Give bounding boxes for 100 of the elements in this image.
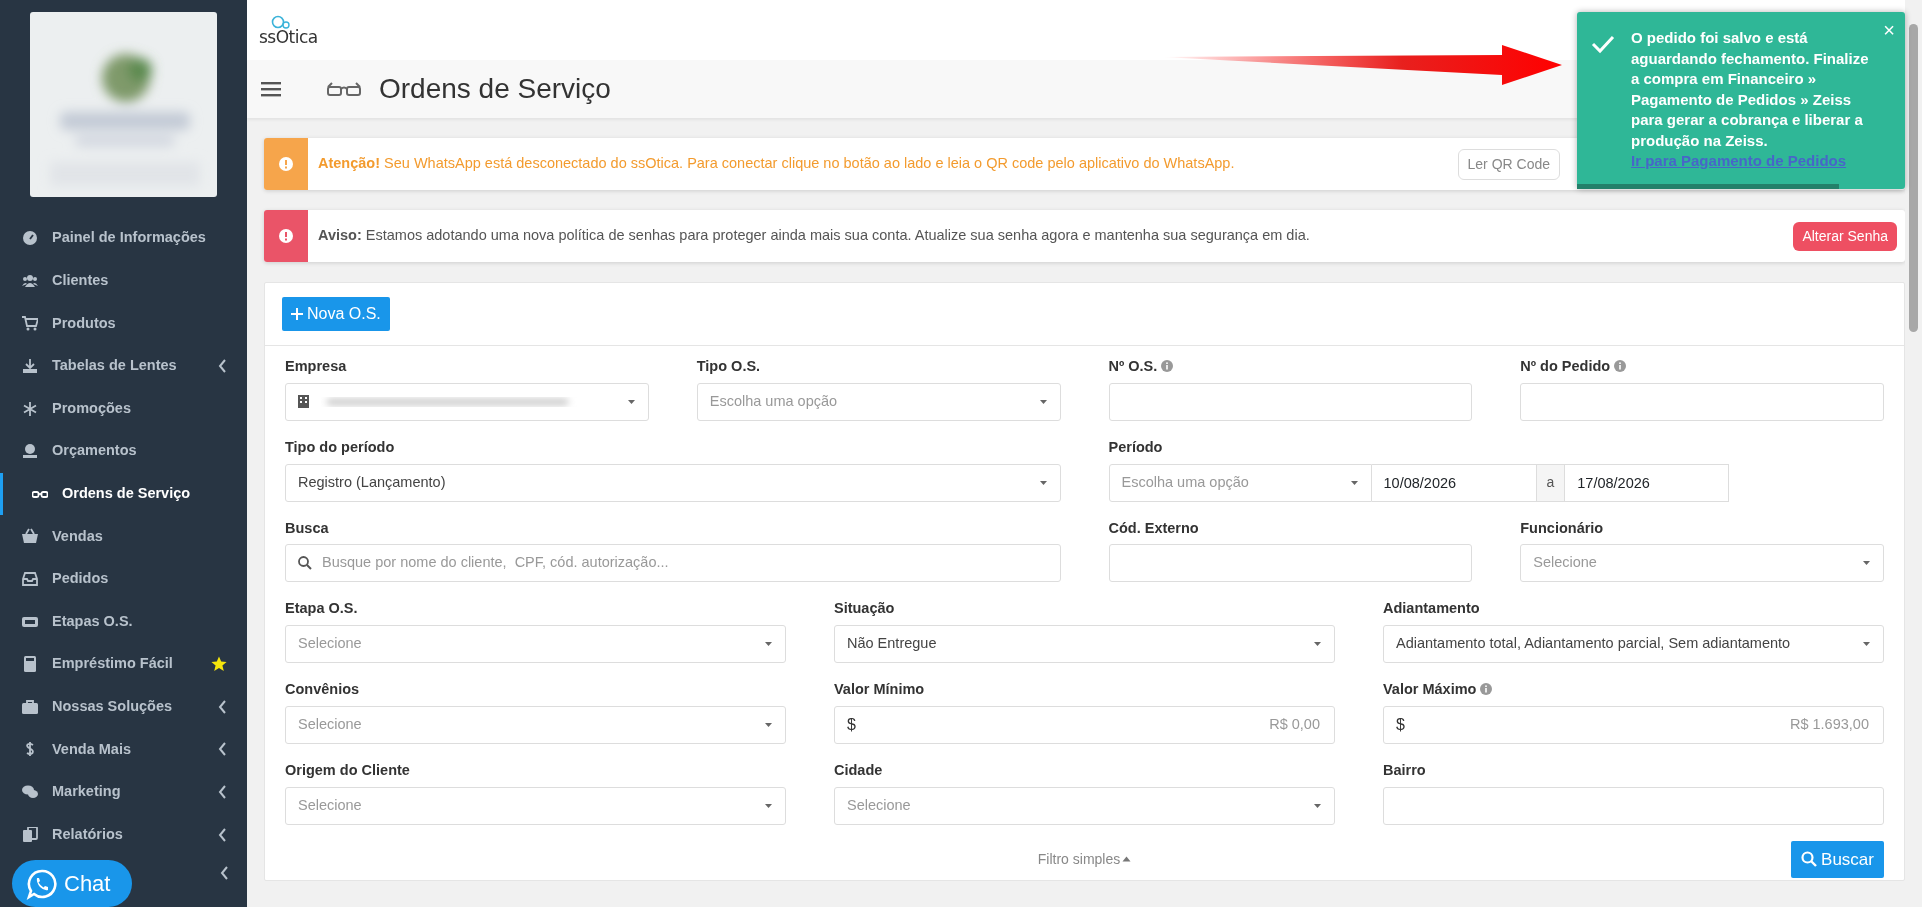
info-icon: [1480, 683, 1493, 695]
briefcase-icon: [22, 698, 38, 715]
caret-icon: [1862, 560, 1871, 567]
text-field[interactable]: [1382, 786, 1884, 825]
whatsapp-icon: [26, 867, 58, 900]
sidebar-item[interactable]: Nossas Soluções: [0, 685, 247, 729]
sidebar-item[interactable]: Relatórios: [0, 813, 247, 856]
chevron-icon: [218, 742, 227, 757]
alert-message: Atenção! Seu WhatsApp está desconectado do ssOtica. Para conectar clique no botão ao lado e leia o QR code pelo aplicativo do WhatsApp.: [317, 154, 1236, 174]
cart-icon: [22, 315, 38, 332]
sidebar-item[interactable]: Promoções: [0, 387, 247, 430]
search-icon: [298, 556, 312, 571]
field-label: Convênios: [285, 680, 360, 699]
field-label: Busca: [285, 518, 329, 538]
exclamation-icon: [279, 157, 293, 171]
field-label: Etapa O.S.: [285, 599, 358, 619]
field-label: Tipo do período: [285, 437, 395, 457]
menu-button[interactable]: [261, 81, 281, 97]
field-label: Origem do Cliente: [285, 760, 410, 780]
field-label: Valor Máximo: [1382, 679, 1493, 701]
search-icon: [1801, 850, 1818, 867]
logo-icon: [271, 14, 293, 29]
sidebar-item[interactable]: Empréstimo Fácil: [0, 642, 247, 686]
calculator-icon: [22, 656, 38, 673]
currency-symbol: $: [847, 714, 856, 735]
caret-icon: [764, 641, 773, 647]
money-box[interactable]: $ R$ 1.693,00: [1382, 705, 1884, 744]
info-icon: [1161, 360, 1174, 372]
field-label: Adiantamento: [1382, 599, 1480, 619]
sidebar-item[interactable]: Produtos: [0, 302, 247, 345]
caret-icon: [626, 398, 636, 405]
search-field[interactable]: Busque por nome do cliente, CPF, cód. autorização...: [320, 551, 1048, 576]
sidebar-item[interactable]: Etapas O.S.: [0, 600, 247, 643]
field-label: Nº do Pedido: [1520, 356, 1627, 378]
caret-icon: [1861, 641, 1871, 647]
logo: ssOtica: [259, 28, 318, 46]
chevron-icon: [218, 359, 227, 374]
page-title: Ordens de Serviço: [379, 72, 611, 106]
field-label: Período: [1108, 437, 1163, 457]
chevron-icon: [218, 699, 227, 714]
sidebar-item[interactable]: Ordens de Serviço: [0, 472, 247, 516]
caret-icon: [1038, 479, 1048, 486]
field-label: Valor Mínimo: [834, 680, 925, 699]
copy-icon: [22, 826, 38, 843]
money-field[interactable]: R$ 0,00: [855, 712, 1322, 737]
select-field[interactable]: [285, 382, 649, 421]
sidebar-item[interactable]: Vendas: [0, 515, 247, 558]
chevron-icon: [218, 785, 227, 799]
select-field[interactable]: Registro (Lançamento): [285, 463, 1061, 502]
money-field[interactable]: R$ 1.693,00: [1404, 712, 1871, 737]
download-icon: [22, 358, 38, 375]
change-password-button[interactable]: Alterar Senha: [1793, 221, 1897, 251]
plus-icon: [291, 308, 303, 320]
caret-up-icon: [1122, 855, 1132, 862]
glasses-icon: [327, 81, 361, 97]
field-label: Empresa: [285, 357, 347, 376]
gauge-icon: [22, 230, 38, 247]
field-label: Nº O.S.: [1108, 356, 1174, 378]
sidebar-item[interactable]: Painel de Informações: [0, 217, 247, 260]
sidebar-item[interactable]: Tabelas de Lentes: [0, 344, 247, 388]
text-field[interactable]: [1108, 544, 1473, 583]
currency-symbol: $: [1395, 714, 1405, 735]
info-icon: [1614, 360, 1627, 372]
toast-message: O pedido foi salvo e está aguardando fechamento. Finalize a compra em Financeiro » Pagamento de Pedidos » Zeiss para gerar a cobrança e liberar a produção na Zeiss. Ir para Pagamento de Pedidos: [1631, 28, 1870, 171]
caret-icon: [764, 802, 773, 809]
check-icon: [1591, 34, 1615, 54]
field-label: Bairro: [1382, 760, 1426, 780]
caret-icon: [1312, 641, 1322, 647]
field-label: Funcionário: [1520, 518, 1604, 538]
sidebar-item[interactable]: Venda Mais: [0, 728, 247, 771]
select-field[interactable]: Adiantamento total, Adiantamento parcial, Sem adiantamento: [1382, 625, 1884, 663]
select-field[interactable]: Não Entregue: [834, 625, 1335, 663]
exclamation-icon: [279, 229, 293, 243]
date-field[interactable]: 10/08/2026: [1371, 463, 1537, 502]
inbox-icon: [22, 571, 38, 588]
money-box[interactable]: $ R$ 0,00: [834, 705, 1335, 744]
caret-icon: [1349, 479, 1359, 486]
sidebar-item[interactable]: Clientes: [0, 259, 247, 303]
text-field[interactable]: [1108, 382, 1473, 421]
alert-message: Aviso: Estamos adotando uma nova política de senhas para proteger ainda mais sua conta. Atualize sua senha agora e mantenha sua segurança em dia.: [317, 226, 1311, 246]
chat-icon: [22, 784, 38, 800]
coin-icon: [22, 443, 38, 460]
field-label: Situação: [834, 599, 895, 619]
asterisk-icon: [22, 400, 38, 417]
field-label: Cód. Externo: [1108, 518, 1199, 538]
caret-icon: [1312, 802, 1322, 809]
users-icon: [22, 272, 38, 289]
text-field[interactable]: [1520, 382, 1884, 421]
basket-icon: [22, 528, 38, 545]
sidebar-item[interactable]: Pedidos: [0, 557, 247, 601]
date-field[interactable]: 17/08/2026: [1564, 463, 1730, 502]
sidebar-item[interactable]: Marketing: [0, 770, 247, 814]
field-label: Cidade: [834, 760, 883, 780]
simple-filter-link[interactable]: Filtro simples: [1037, 848, 1132, 870]
caret-icon: [1038, 398, 1048, 405]
caret-icon: [764, 721, 773, 728]
range-separator: a: [1536, 463, 1565, 502]
qr-code-button[interactable]: Ler QR Code: [1457, 148, 1560, 180]
search-box[interactable]: Busque por nome do cliente, CPF, cód. autorização...: [285, 544, 1061, 583]
sidebar-item[interactable]: Orçamentos: [0, 429, 247, 473]
